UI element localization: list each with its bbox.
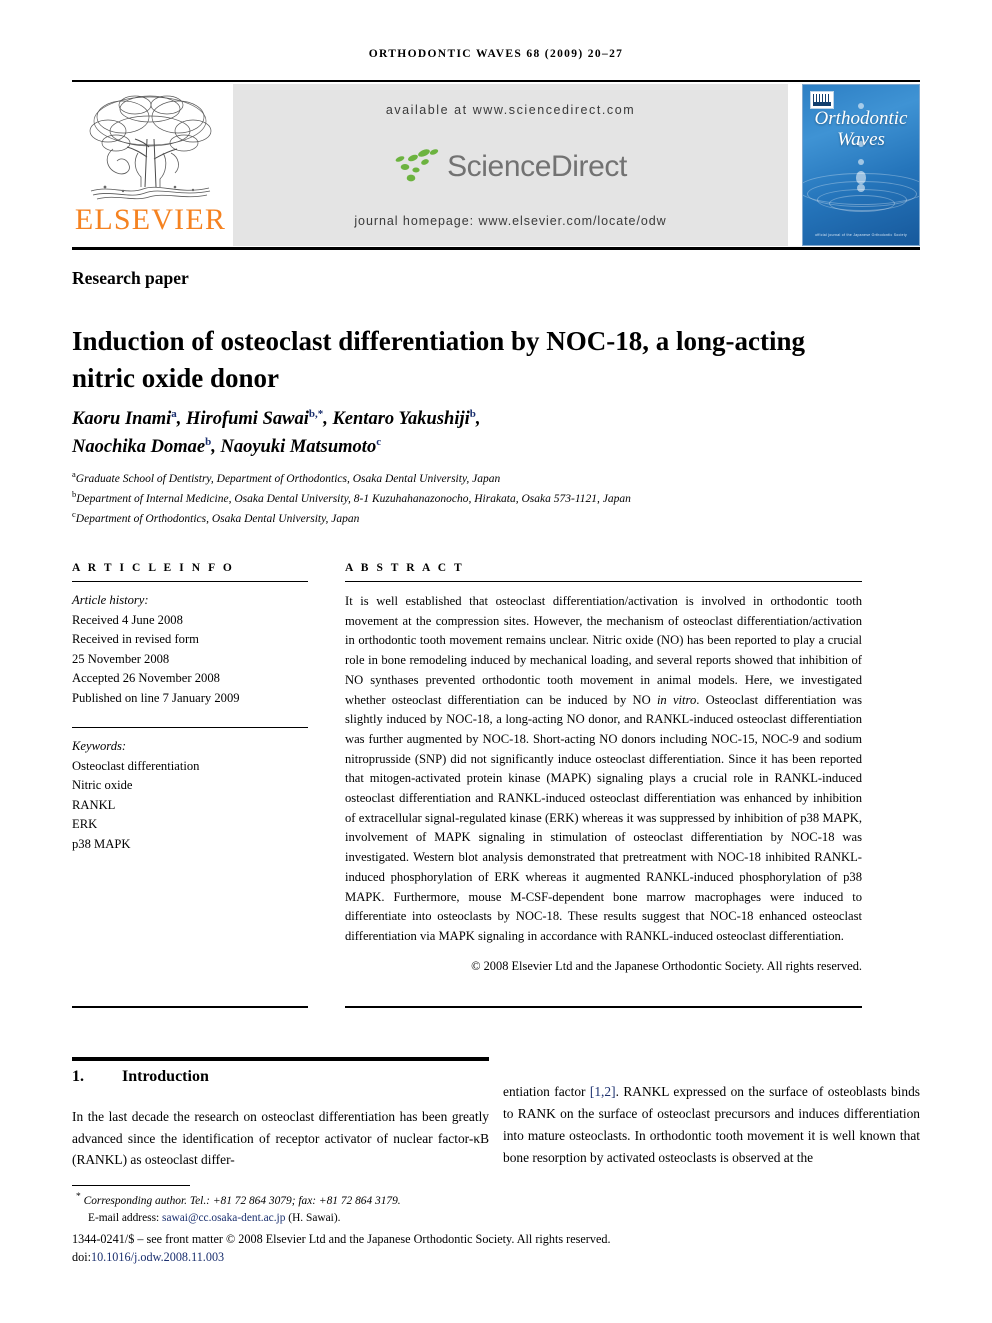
email-line: E-mail address: sawai@cc.osaka-dent.ac.j… [72, 1210, 672, 1227]
cover-footer-text: official journal of the Japanese Orthodo… [815, 233, 907, 237]
abstract-copyright: © 2008 Elsevier Ltd and the Japanese Ort… [471, 959, 862, 974]
sciencedirect-logo[interactable]: ScienceDirect [394, 147, 627, 187]
doi-link[interactable]: 10.1016/j.odw.2008.11.003 [91, 1250, 224, 1264]
running-head: ORTHODONTIC WAVES 68 (2009) 20–27 [368, 48, 624, 60]
abstract-column: A B S T R A C T It is well established t… [345, 562, 862, 974]
sciencedirect-band: available at www.sciencedirect.com Scien… [233, 84, 788, 246]
affiliation-a: aGraduate School of Dentistry, Departmen… [72, 469, 501, 485]
article-info-label: A R T I C L E I N F O [72, 562, 235, 574]
keyword-item: RANKL [72, 797, 116, 812]
history-item: Received in revised form [72, 632, 199, 647]
keyword-item: p38 MAPK [72, 836, 131, 851]
keywords-rule [72, 727, 308, 729]
keyword-item: Nitric oxide [72, 778, 133, 793]
article-title: Induction of osteoclast differentiation … [72, 326, 805, 393]
front-matter-block: 1344-0241/$ – see front matter © 2008 El… [72, 1230, 902, 1267]
cover-title: Orthodontic Waves [803, 108, 919, 150]
cover-elsevier-logo-icon [810, 91, 834, 109]
author-3-marks: b [469, 408, 476, 420]
corresponding-author-text: Corresponding author. Tel.: +81 72 864 3… [83, 1194, 401, 1207]
journal-cover-thumbnail[interactable]: Orthodontic Waves official journal of th… [802, 84, 920, 246]
masthead-top-rule [72, 80, 920, 82]
corresponding-marker: * [76, 1192, 81, 1202]
abstract-label: A B S T R A C T [345, 562, 465, 574]
author-4: Naochika Domaeb [72, 435, 212, 458]
body-column-left: 1. Introduction In the last decade the r… [72, 1068, 489, 1185]
section-number: 1. [72, 1068, 84, 1085]
article-history-heading: Article history: [72, 593, 149, 607]
cover-title-line2: Waves [837, 128, 885, 150]
sciencedirect-dots-icon [395, 148, 439, 181]
cover-drop-4 [856, 171, 866, 184]
sciencedirect-wordmark: ScienceDirect [447, 149, 627, 183]
email-owner: (H. Sawai). [288, 1212, 341, 1225]
keyword-item: ERK [72, 817, 98, 832]
intro-paragraph-right: entiation factor [1,2]. RANKL expressed … [503, 1081, 920, 1168]
article-page: ORTHODONTIC WAVES 68 (2009) 20–27 ELSEVI… [0, 0, 992, 1323]
masthead-bottom-rule [72, 247, 920, 250]
reference-citation-link[interactable]: [1,2] [590, 1084, 616, 1099]
author-2: Hirofumi Sawaib,* [185, 408, 324, 430]
author-list: Kaoru Inamia, Hirofumi Sawaib,*, Kentaro… [72, 408, 481, 458]
introduction-heading: 1. Introduction [72, 1068, 489, 1086]
masthead: ELSEVIER available at www.sciencedirect.… [72, 84, 920, 246]
affiliation-list: aGraduate School of Dentistry, Departmen… [72, 468, 902, 528]
available-at-text: available at www.sciencedirect.com [385, 103, 636, 117]
abstract-italic-term: in vitro [656, 692, 697, 707]
history-item: 25 November 2008 [72, 651, 170, 666]
email-link[interactable]: sawai@cc.osaka-dent.ac.jp [162, 1212, 285, 1224]
keyword-list: Keywords: Osteoclast differentiation Nit… [72, 737, 308, 854]
abstract-part-1: It is well established that osteoclast d… [345, 594, 862, 707]
intro-paragraph-left: In the last decade the research on osteo… [72, 1109, 489, 1168]
elsevier-logo-block: ELSEVIER [72, 84, 229, 246]
article-type-label: Research paper [72, 268, 189, 288]
section-title: Introduction [122, 1068, 209, 1085]
article-info-rule [72, 581, 308, 582]
cover-title-line1: Orthodontic [814, 108, 908, 129]
article-info-column: A R T I C L E I N F O Article history: R… [72, 562, 308, 854]
article-history: Article history: Received 4 June 2008 Re… [72, 591, 308, 708]
keywords-heading: Keywords: [72, 739, 127, 754]
affiliation-b: bDepartment of Internal Medicine, Osaka … [72, 488, 631, 505]
author-2-marks: b,* [308, 408, 324, 420]
history-item: Received 4 June 2008 [72, 612, 183, 627]
footnote-block: * Corresponding author. Tel.: +81 72 864… [72, 1190, 672, 1227]
author-5-marks: c [376, 435, 382, 448]
intro-right-pre: entiation factor [503, 1084, 590, 1100]
abstract-part-2: . Osteoclast differentiation was slightl… [345, 692, 863, 943]
cover-drop-3 [858, 159, 864, 165]
cover-drop-5 [857, 184, 865, 192]
keyword-item: Osteoclast differentiation [72, 758, 200, 773]
doi-line: doi:10.1016/j.odw.2008.11.003 [72, 1248, 902, 1266]
abstract-rule [345, 581, 862, 582]
email-label: E-mail address: [88, 1212, 160, 1225]
journal-homepage-link[interactable]: journal homepage: www.elsevier.com/locat… [354, 214, 666, 228]
abstract-text: It is well established that osteoclast d… [345, 592, 862, 947]
body-section-rule [72, 1057, 489, 1061]
author-1: Kaoru Inamia [72, 408, 177, 430]
article-info-bottom-rule [72, 1006, 308, 1008]
history-item: Accepted 26 November 2008 [72, 671, 220, 686]
elsevier-wordmark: ELSEVIER [74, 203, 227, 236]
corresponding-author-line: * Corresponding author. Tel.: +81 72 864… [72, 1190, 672, 1210]
author-5: Naoyuki Matsumotoc [220, 435, 382, 458]
author-4-marks: b [205, 435, 212, 448]
footnote-rule [72, 1185, 190, 1186]
affiliation-c: cDepartment of Orthodontics, Osaka Denta… [72, 508, 360, 525]
doi-label: doi: [72, 1250, 91, 1265]
body-column-right: entiation factor [1,2]. RANKL expressed … [503, 1068, 920, 1182]
author-3: Kentaro Yakushijib [332, 408, 476, 430]
author-1-marks: a [171, 408, 177, 420]
history-item: Published on line 7 January 2009 [72, 690, 240, 705]
abstract-bottom-rule [345, 1006, 862, 1008]
elsevier-tree-icon [89, 95, 212, 200]
front-matter-line: 1344-0241/$ – see front matter © 2008 El… [72, 1232, 611, 1246]
